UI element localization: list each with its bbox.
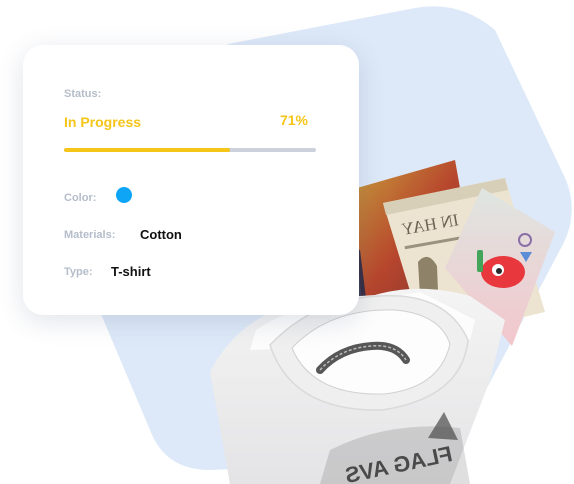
- type-value: T-shirt: [111, 264, 151, 279]
- materials-value: Cotton: [140, 227, 182, 242]
- progress-percent-text: 71%: [279, 112, 308, 128]
- progress-bar: [64, 148, 316, 152]
- status-label: Status:: [64, 88, 102, 100]
- status-card: Status: In Progress 71% Color: Materials…: [23, 45, 359, 315]
- materials-label: Materials:: [64, 229, 116, 241]
- color-swatch: [116, 187, 132, 203]
- progress-state-text: In Progress: [64, 114, 142, 130]
- type-label: Type:: [64, 266, 93, 278]
- folded-t-shirt: FLAG AVS: [210, 288, 505, 484]
- color-label: Color:: [64, 192, 97, 204]
- progress-bar-fill: [64, 148, 231, 152]
